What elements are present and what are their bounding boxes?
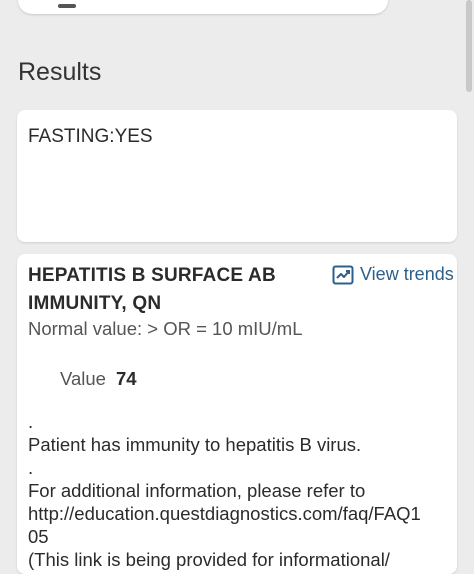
truncated-text bbox=[58, 4, 76, 8]
test-name: HEPATITIS B SURFACE AB IMMUNITY, QN bbox=[28, 262, 318, 318]
comment-line: For additional information, please refer… bbox=[28, 480, 366, 501]
comment-line: . bbox=[28, 411, 34, 432]
comment-line: Patient has immunity to hepatitis B viru… bbox=[28, 434, 362, 455]
test-name-line-2: IMMUNITY, QN bbox=[28, 293, 162, 314]
comment-line: 05 bbox=[28, 526, 49, 547]
result-comments: . Patient has immunity to hepatitis B vi… bbox=[28, 410, 448, 571]
fasting-note-text: FASTING:YES bbox=[28, 126, 153, 147]
result-card: HEPATITIS B SURFACE AB IMMUNITY, QN View… bbox=[17, 254, 457, 574]
value-label: Value bbox=[60, 368, 106, 389]
value-row: Value 74 bbox=[60, 368, 137, 390]
view-trends-label: View trends bbox=[360, 264, 454, 284]
normal-value: Normal value: > OR = 10 mIU/mL bbox=[28, 318, 303, 339]
comment-line: (This link is being provided for informa… bbox=[28, 549, 390, 570]
comment-link[interactable]: http://education.questdiagnostics.com/fa… bbox=[28, 502, 448, 525]
previous-card bbox=[18, 0, 388, 14]
comment-line: . bbox=[28, 457, 34, 478]
value-number: 74 bbox=[115, 368, 137, 389]
view-trends-link[interactable]: View trends bbox=[332, 264, 454, 285]
scrollbar[interactable] bbox=[466, 0, 472, 92]
results-heading: Results bbox=[18, 58, 102, 86]
trend-chart-icon bbox=[332, 265, 354, 285]
test-name-line-1: HEPATITIS B SURFACE AB bbox=[28, 265, 276, 286]
fasting-note-card: FASTING:YES bbox=[17, 110, 457, 242]
